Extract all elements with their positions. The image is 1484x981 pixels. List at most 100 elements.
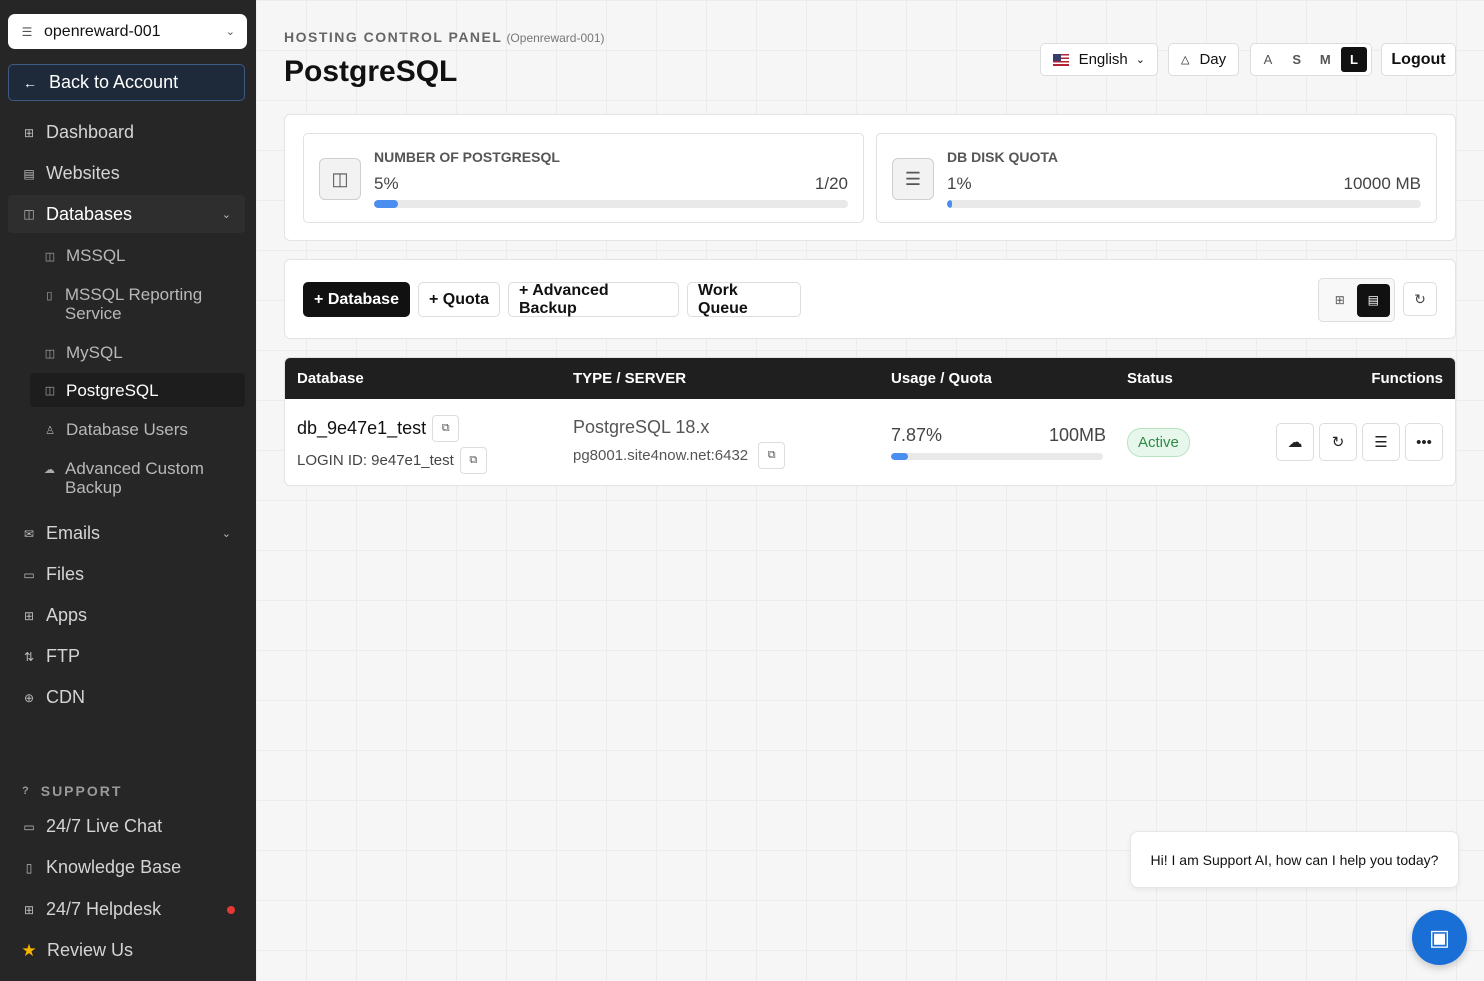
work-queue-button[interactable]: Work Queue	[687, 282, 801, 317]
support-ai-bubble[interactable]: Hi! I am Support AI, how can I help you …	[1130, 831, 1459, 888]
table-row: db_9e47e1_test ⧉ LOGIN ID: 9e47e1_test ⧉…	[285, 399, 1455, 485]
sidebar-item-mysql[interactable]: ◫ MySQL	[30, 343, 245, 363]
cloud-backup-icon[interactable]: ☁	[1276, 423, 1314, 461]
sidebar-item-label: MSSQL Reporting Service	[64, 285, 203, 323]
book-icon: ▯	[25, 860, 33, 875]
usage-fill	[891, 453, 908, 460]
refresh-icon[interactable]: ↻	[1403, 282, 1437, 316]
sidebar-item-emails[interactable]: ✉ Emails ⌄	[8, 522, 245, 545]
sidebar-item-label: 24/7 Helpdesk	[46, 899, 162, 919]
sidebar-item-label: Apps	[46, 605, 88, 625]
database-icon: ◫	[44, 251, 56, 263]
apps-icon: ⊞	[23, 608, 35, 623]
server-address: pg8001.site4now.net:6432	[573, 447, 749, 464]
sidebar-item-label: Databases	[46, 203, 133, 224]
panel-account-label: (Openreward-001)	[506, 31, 605, 45]
font-size-s[interactable]: S	[1284, 47, 1310, 72]
column-header-usage: Usage / Quota	[891, 370, 992, 387]
account-selector[interactable]: ☰ openreward-001 ⌄	[8, 14, 247, 49]
column-header-type: TYPE / SERVER	[573, 370, 687, 387]
sidebar-item-label: Files	[46, 564, 85, 584]
sidebar-item-helpdesk[interactable]: ⊞ 24/7 Helpdesk	[8, 898, 245, 921]
sidebar-item-label: Emails	[46, 523, 101, 543]
list-view-icon[interactable]: ▤	[1356, 283, 1390, 317]
sidebar-item-files[interactable]: ▭ Files	[8, 563, 245, 586]
sidebar-item-knowledge-base[interactable]: ▯ Knowledge Base	[8, 856, 245, 879]
us-flag-icon	[1053, 53, 1069, 66]
copy-icon[interactable]: ⧉	[459, 447, 487, 474]
stat-percent: 1%	[947, 174, 972, 193]
globe-icon: ⊕	[23, 690, 35, 705]
sidebar-item-ftp[interactable]: ⇅ FTP	[8, 645, 245, 668]
panel-label-text: HOSTING CONTROL PANEL	[284, 29, 503, 45]
database-icon: ◫	[319, 158, 361, 200]
account-name: openreward-001	[44, 22, 161, 40]
sidebar-item-review-us[interactable]: ★ Review Us	[8, 939, 245, 962]
database-type: PostgreSQL 18.x	[573, 417, 710, 437]
arrow-left-icon: ←	[23, 74, 37, 91]
database-icon: ◫	[44, 384, 56, 397]
chat-launcher-icon[interactable]: ▣	[1412, 910, 1467, 965]
add-database-button[interactable]: + Database	[303, 282, 410, 317]
sidebar-item-websites[interactable]: ▤ Websites	[8, 162, 245, 185]
sidebar-item-mssql[interactable]: ◫ MSSQL	[30, 246, 245, 266]
chat-icon: ▭	[23, 819, 35, 834]
theme-label: Day	[1199, 51, 1227, 68]
theme-toggle[interactable]: △ Day	[1168, 43, 1239, 76]
ticket-icon: ⊞	[23, 902, 35, 917]
support-header-label: SUPPORT	[40, 783, 123, 799]
login-id-cell: LOGIN ID: 9e47e1_test ⧉	[297, 447, 487, 474]
sidebar-item-label: Review Us	[47, 940, 134, 960]
grid-view-icon[interactable]: ⊞	[1323, 284, 1356, 317]
sidebar-item-dashboard[interactable]: ⊞ Dashboard	[8, 121, 245, 144]
font-size-l[interactable]: L	[1340, 47, 1367, 72]
sidebar-item-mssql-reporting[interactable]: ▯ MSSQL Reporting Service	[30, 285, 245, 325]
transfer-icon: ⇅	[23, 649, 35, 664]
add-quota-button[interactable]: + Quota	[418, 282, 500, 317]
server-icon: ☰	[21, 24, 33, 39]
chevron-down-icon: ⌄	[225, 26, 235, 38]
view-toggle: ⊞ ▤	[1318, 278, 1395, 322]
page-title: PostgreSQL	[284, 55, 458, 88]
logout-button[interactable]: Logout	[1381, 43, 1456, 76]
sidebar-item-databases[interactable]: ◫ Databases ⌄	[8, 195, 245, 233]
add-advanced-backup-button[interactable]: + Advanced Backup	[508, 282, 679, 317]
usage-quota: 100MB	[1049, 425, 1107, 445]
server-icon[interactable]: ☰	[1362, 423, 1400, 461]
reset-icon[interactable]: ↻	[1319, 423, 1357, 461]
sidebar-item-database-users[interactable]: ♙ Database Users	[30, 420, 245, 440]
database-icon: ◫	[23, 207, 35, 221]
grid-icon: ⊞	[23, 125, 35, 140]
back-to-account-button[interactable]: ← Back to Account	[8, 64, 245, 101]
column-header-status: Status	[1127, 370, 1173, 387]
chevron-down-icon: ⌄	[221, 208, 231, 221]
sidebar-item-apps[interactable]: ⊞ Apps	[8, 604, 245, 627]
stat-card-postgresql-count: ◫ NUMBER OF POSTGRESQL 5% 1/20	[303, 133, 864, 223]
help-icon: ?	[22, 785, 31, 797]
sidebar-item-label: Knowledge Base	[46, 857, 182, 877]
progress-fill	[947, 200, 952, 208]
copy-icon[interactable]: ⧉	[758, 442, 786, 469]
stats-panel: ◫ NUMBER OF POSTGRESQL 5% 1/20 ☰ DB DISK…	[284, 114, 1456, 241]
status-badge: Active	[1127, 428, 1190, 457]
language-label: English	[1078, 51, 1128, 68]
font-size-m[interactable]: M	[1312, 47, 1338, 72]
login-id: LOGIN ID: 9e47e1_test	[297, 452, 454, 469]
stat-value: 1/20	[814, 174, 848, 193]
sun-icon: △	[1181, 54, 1190, 66]
sidebar-item-label: CDN	[46, 687, 85, 707]
sidebar-item-advanced-backup[interactable]: ☁ Advanced Custom Backup	[30, 459, 245, 499]
sidebar-item-label: PostgreSQL	[66, 380, 159, 400]
sidebar-item-label: MySQL	[66, 343, 123, 362]
sidebar-item-label: Advanced Custom Backup	[65, 459, 204, 497]
stat-card-disk-quota: ☰ DB DISK QUOTA 1% 10000 MB	[876, 133, 1437, 223]
user-icon: ♙	[45, 425, 55, 437]
copy-icon[interactable]: ⧉	[432, 415, 460, 442]
folder-icon: ▭	[23, 567, 35, 582]
language-selector[interactable]: English ⌄	[1040, 43, 1158, 76]
sidebar-item-live-chat[interactable]: ▭ 24/7 Live Chat	[8, 815, 245, 838]
sidebar-item-postgresql[interactable]: ◫ PostgreSQL	[30, 373, 245, 407]
sidebar-item-cdn[interactable]: ⊕ CDN	[8, 686, 245, 709]
server-icon: ☰	[892, 158, 934, 200]
more-icon[interactable]: •••	[1405, 423, 1443, 461]
